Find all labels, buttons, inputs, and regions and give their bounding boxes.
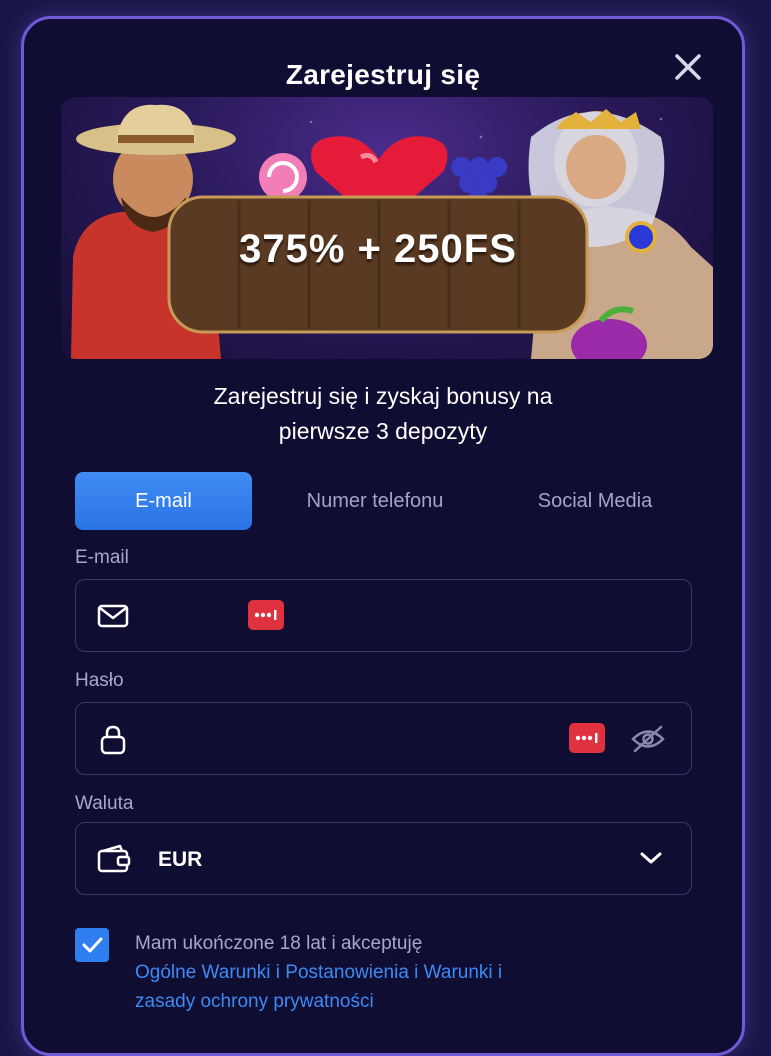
chevron-down-icon[interactable]: [638, 849, 664, 867]
email-field[interactable]: [75, 579, 692, 652]
password-manager-icon[interactable]: [569, 723, 605, 753]
currency-value: EUR: [158, 848, 203, 871]
check-icon: [82, 937, 103, 953]
privacy-policy-link-continued[interactable]: zasady ochrony prywatności: [135, 991, 374, 1012]
registration-tabs: E-mail Numer telefonu Social Media: [75, 472, 695, 530]
registration-modal: Zarejestruj się 375% + 250FS Zarejestruj…: [21, 16, 745, 1056]
close-icon[interactable]: [668, 47, 708, 87]
tab-phone[interactable]: Numer telefonu: [275, 472, 475, 530]
promo-banner: 375% + 250FS: [61, 97, 713, 359]
currency-label: Waluta: [75, 793, 134, 814]
wallet-icon: [97, 844, 131, 873]
password-manager-icon[interactable]: [248, 600, 284, 630]
email-label: E-mail: [75, 547, 129, 568]
password-field[interactable]: [75, 702, 692, 775]
tab-email[interactable]: E-mail: [75, 472, 252, 530]
privacy-policy-link[interactable]: Warunki i: [424, 962, 502, 983]
modal-title: Zarejestruj się: [285, 59, 481, 90]
tab-social-media[interactable]: Social Media: [495, 472, 695, 530]
eye-off-icon[interactable]: [630, 724, 666, 754]
terms-checkbox[interactable]: [75, 928, 109, 962]
currency-select[interactable]: EUR: [75, 822, 692, 895]
password-label: Hasło: [75, 670, 124, 691]
email-input[interactable]: [156, 580, 556, 651]
promo-text: Zarejestruj się i zyskaj bonusy na pierw…: [24, 379, 742, 449]
terms-statement: Mam ukończone 18 lat i akceptuję: [135, 933, 423, 954]
lock-icon: [100, 725, 126, 755]
promo-line-1: Zarejestruj się i zyskaj bonusy na: [213, 383, 553, 409]
terms-separator: i: [408, 962, 424, 983]
password-input[interactable]: [156, 703, 556, 774]
terms-and-conditions-link[interactable]: Ogólne Warunki i Postanowienia: [135, 962, 409, 983]
mail-icon: [97, 604, 129, 628]
terms-text: Mam ukończone 18 lat i akceptuję Ogólne …: [135, 929, 655, 1016]
offer-text: 375% + 250FS: [239, 227, 517, 271]
promo-line-2: pierwsze 3 depozyty: [278, 418, 488, 444]
